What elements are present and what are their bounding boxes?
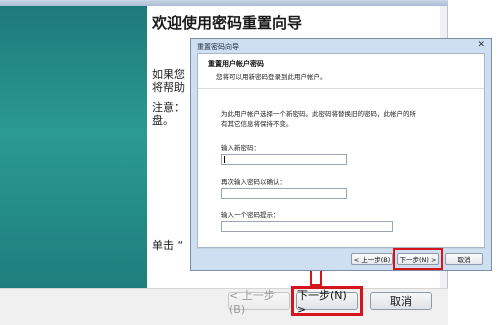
password-hint-input[interactable] [221,221,393,232]
reset-password-dialog: 重置密码向导 ✕ 重置用户帐户密码 您将可以用新密码登录到此用户帐户。 为此用户… [190,38,492,271]
dialog-header: 重置用户帐户密码 您将可以用新密码登录到此用户帐户。 [198,54,484,89]
new-password-label: 输入新密码： [221,144,260,152]
dialog-back-button[interactable]: < 上一步(B) [351,253,393,265]
wizard-note-line-2: 盘。 [152,114,174,127]
dialog-header-title: 重置用户帐户密码 [208,60,264,68]
dialog-cancel-button[interactable]: 取消 [445,253,483,265]
wizard-sidebar-graphic [0,6,147,288]
new-password-input[interactable] [221,154,347,165]
next-button-highlight [291,286,363,316]
confirm-password-label: 再次输入密码以确认： [221,178,286,186]
wizard-heading: 欢迎使用密码重置向导 [152,14,303,32]
dialog-header-subtitle: 您将可以用新密码登录到此用户帐户。 [216,73,327,81]
wizard-back-button[interactable]: < 上一步(B) [228,289,290,316]
wizard-paragraph-line-2: 将帮助 [152,81,185,94]
text-caret [224,156,225,163]
confirm-password-input[interactable] [221,188,347,199]
dialog-description-line-1: 为此用户帐户选择一个新密码。此密码将替换旧的密码，此帐户的所 [221,110,416,118]
close-icon[interactable]: ✕ [477,40,485,50]
dialog-description-line-2: 有其它信息将保持不变。 [221,120,293,128]
wizard-bottom-instruction: 单击 “ [152,239,184,252]
dialog-title: 重置密码向导 [197,43,239,51]
password-hint-label: 输入一个密码提示： [221,211,280,219]
wizard-cancel-button[interactable]: 取消 [370,292,432,310]
dialog-next-highlight [393,248,443,270]
dialog-body: 重置用户帐户密码 您将可以用新密码登录到此用户帐户。 为此用户帐户选择一个新密码… [197,53,485,248]
